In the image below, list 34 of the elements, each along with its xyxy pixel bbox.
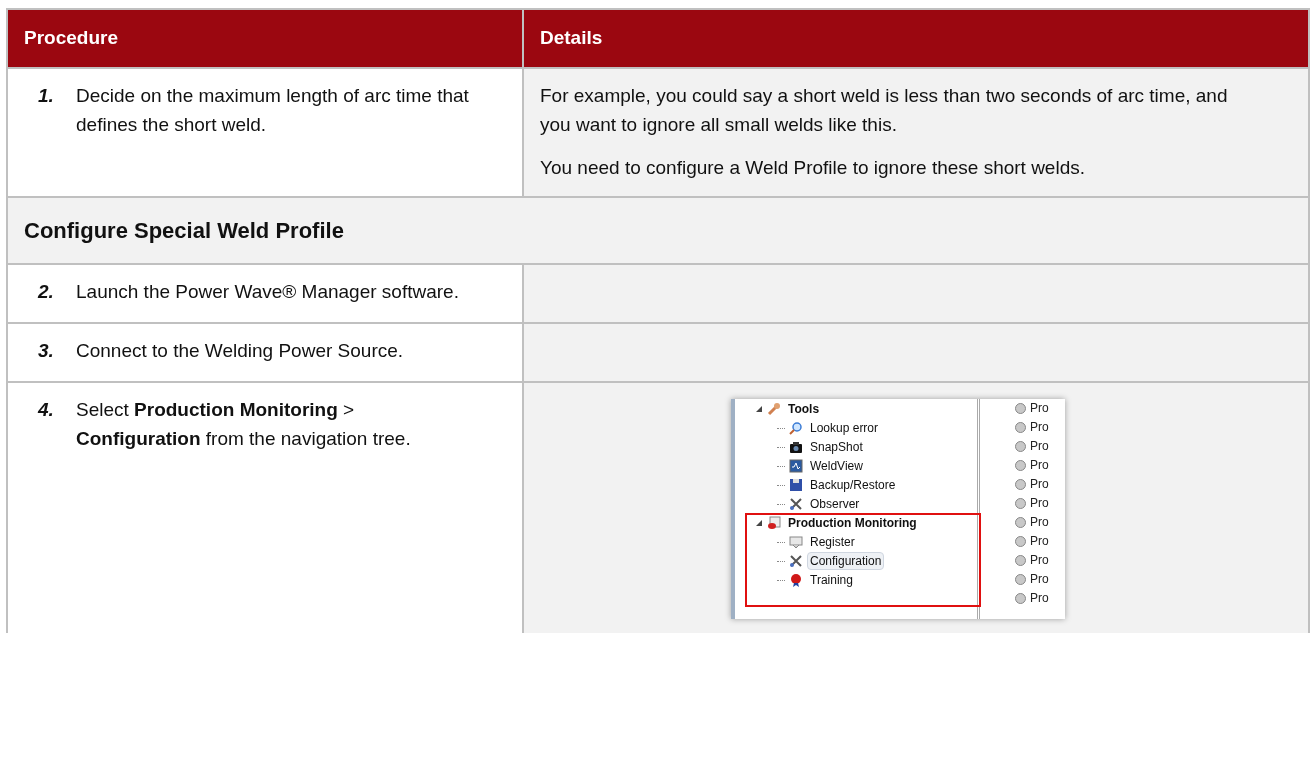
- step-text: Launch the Power Wave® Manager software.: [76, 279, 459, 304]
- detail-paragraph: For example, you could say a short weld is less than two seconds of arc time, and you want to ignore all small welds like this.: [540, 83, 1229, 137]
- tree-item[interactable]: Lookup error: [807, 419, 882, 437]
- detail-paragraph: You need to configure a Weld Profile to ignore these short welds.: [540, 155, 1086, 180]
- step-text: Decide on the maximum length of arc time that defines the short weld.: [76, 83, 470, 137]
- step-number: 2.: [38, 279, 55, 304]
- column-header: Procedure: [8, 10, 524, 67]
- tree-item[interactable]: Training: [807, 571, 856, 589]
- step-number: 1.: [38, 83, 55, 108]
- step-text: Select Production Monitoring > Configuration from the navigation tree.: [76, 397, 412, 451]
- tree-item[interactable]: Observer: [807, 495, 863, 513]
- monitor-icon: [789, 459, 803, 473]
- search-icon: [789, 421, 803, 435]
- tree-item[interactable]: Register: [807, 533, 858, 551]
- tree-item[interactable]: Backup/Restore: [807, 476, 899, 494]
- tree-item[interactable]: Tools: [785, 400, 823, 418]
- tree-item[interactable]: SnapShot: [807, 438, 866, 456]
- step-number: 3.: [38, 338, 55, 363]
- wrench-icon: [767, 402, 781, 416]
- step-text: Connect to the Welding Power Source.: [76, 338, 404, 363]
- section-heading: Configure Special Weld Profile: [24, 216, 345, 245]
- expander-icon[interactable]: [755, 405, 763, 413]
- tools-icon: [789, 497, 803, 511]
- ribbon-badge-icon: [789, 573, 803, 587]
- expander-icon[interactable]: [755, 519, 763, 527]
- register-icon: [789, 535, 803, 549]
- chart-icon: [767, 516, 781, 530]
- camera-icon: [789, 440, 803, 454]
- tree-item[interactable]: Production Monitoring: [785, 514, 920, 532]
- tree-item[interactable]: WeldView: [807, 457, 866, 475]
- step-number: 4.: [38, 397, 55, 422]
- column-header: Details: [539, 26, 604, 50]
- tools-icon: [789, 554, 803, 568]
- tree-item[interactable]: Configuration: [807, 552, 885, 570]
